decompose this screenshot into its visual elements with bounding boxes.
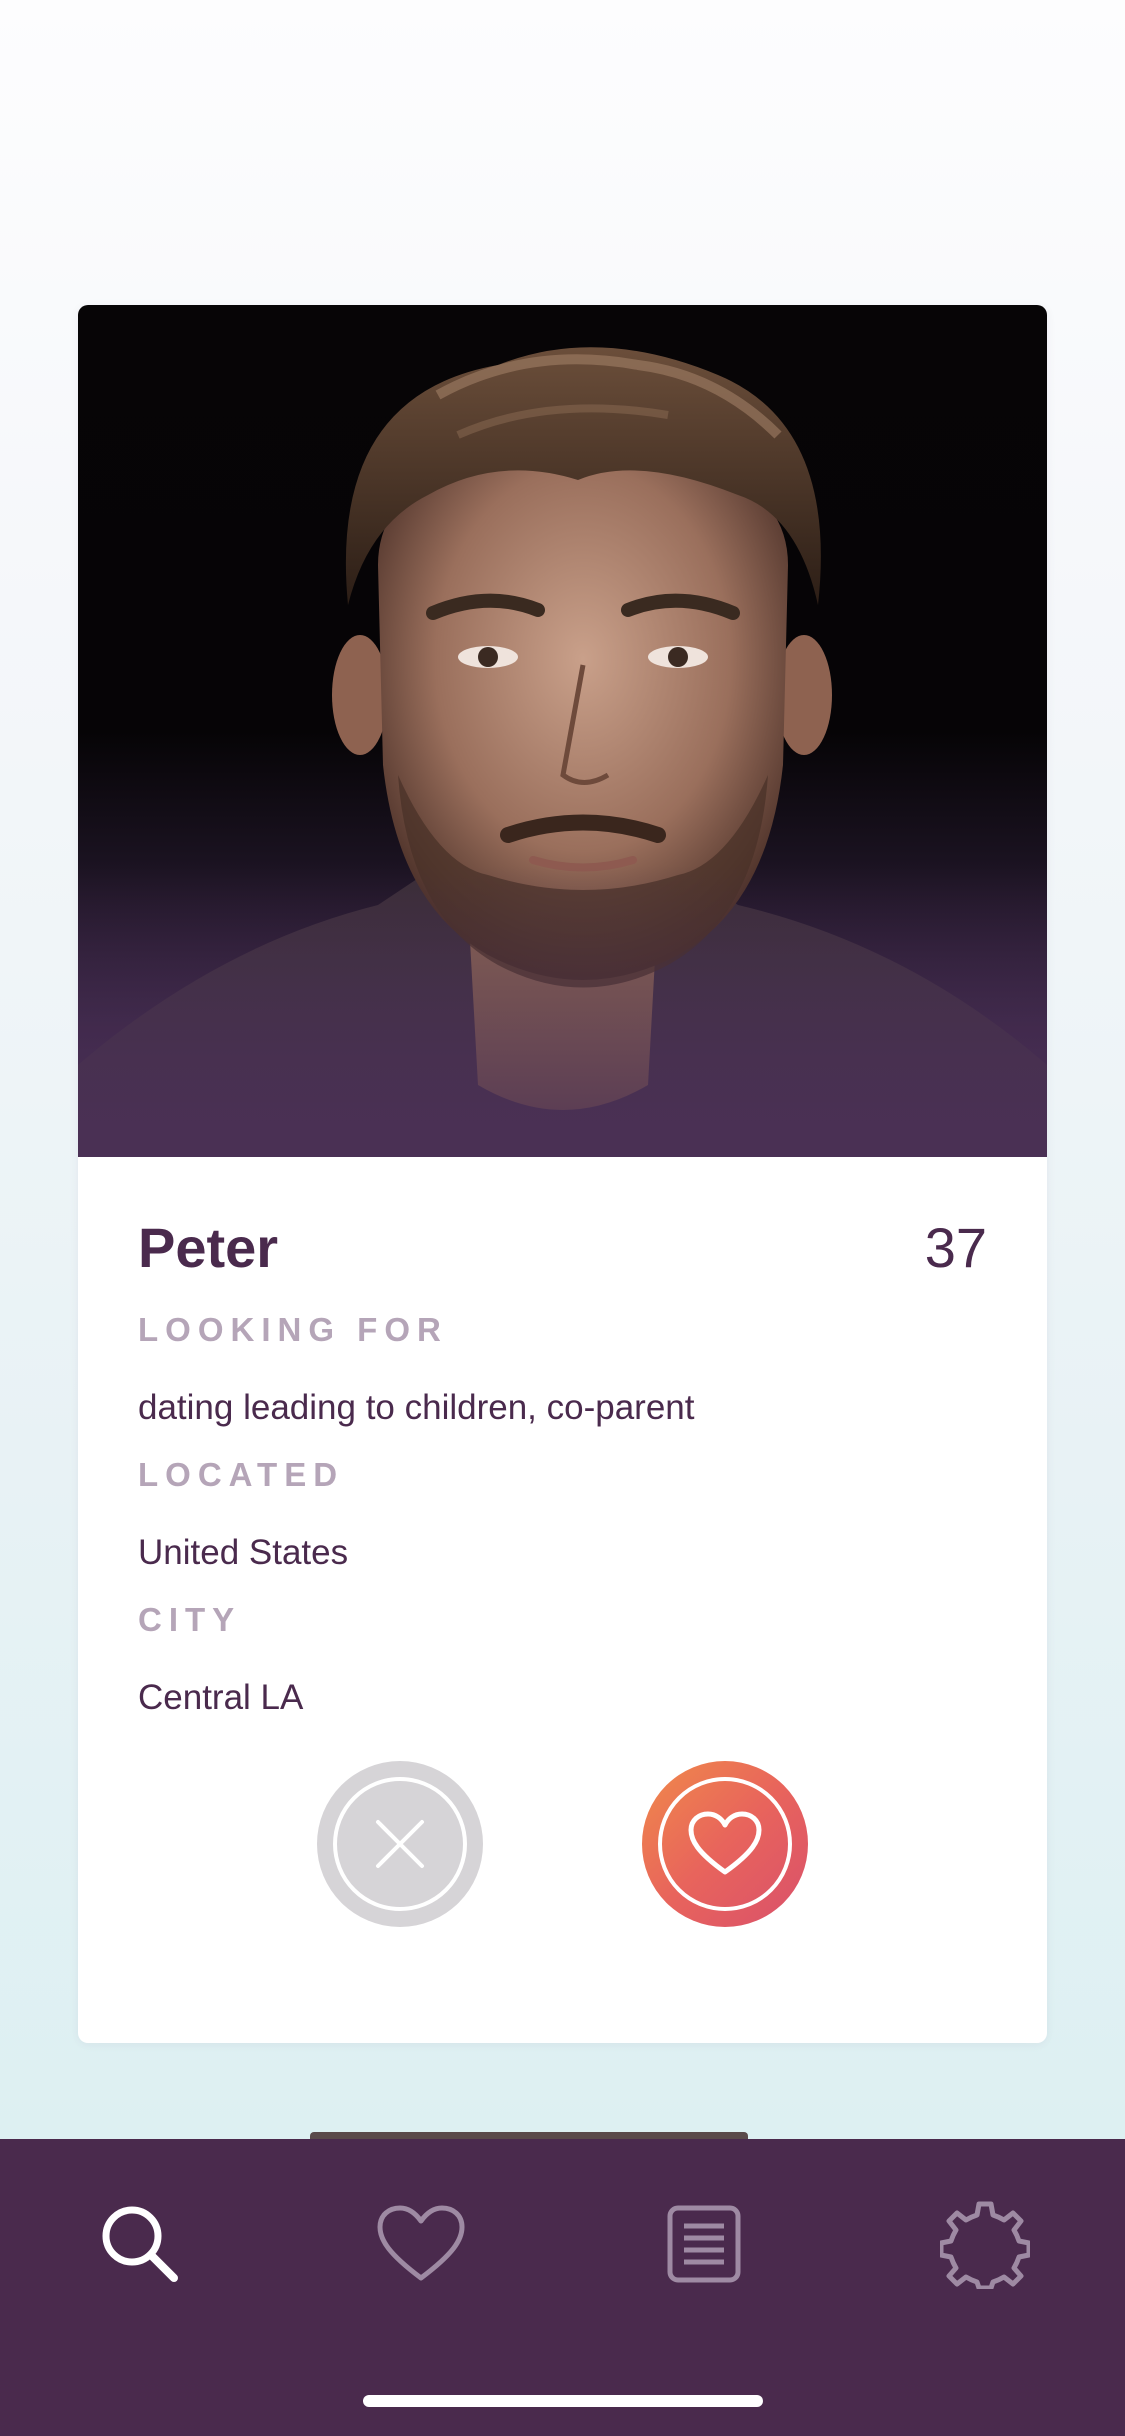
tab-favorites[interactable] bbox=[371, 2194, 471, 2294]
profile-age: 37 bbox=[924, 1216, 987, 1279]
heart-icon bbox=[377, 2205, 465, 2281]
looking-for-value: dating leading to children, co-parent bbox=[138, 1388, 695, 1427]
home-indicator bbox=[363, 2395, 763, 2407]
close-icon bbox=[376, 1820, 424, 1868]
tab-bar bbox=[0, 2139, 1125, 2436]
portrait-illustration bbox=[78, 347, 1047, 1157]
city-value: Central LA bbox=[138, 1678, 304, 1717]
search-icon bbox=[102, 2206, 178, 2282]
city-label: CITY bbox=[138, 1601, 242, 1638]
tab-search[interactable] bbox=[90, 2194, 190, 2294]
profile-card[interactable]: Peter 37 LOOKING FOR dating leading to c… bbox=[78, 305, 1047, 2043]
dislike-button[interactable] bbox=[317, 1761, 483, 1927]
looking-for-label: LOOKING FOR bbox=[138, 1311, 448, 1348]
profile-name: Peter bbox=[138, 1216, 279, 1279]
tab-list[interactable] bbox=[654, 2194, 754, 2294]
profile-photo bbox=[78, 305, 1047, 1157]
gear-icon bbox=[940, 2201, 1030, 2289]
like-button[interactable] bbox=[642, 1761, 808, 1927]
located-value: United States bbox=[138, 1533, 349, 1572]
located-label: LOCATED bbox=[138, 1456, 345, 1493]
tab-settings[interactable] bbox=[935, 2194, 1035, 2294]
heart-icon bbox=[688, 1811, 762, 1875]
list-icon bbox=[667, 2205, 741, 2283]
